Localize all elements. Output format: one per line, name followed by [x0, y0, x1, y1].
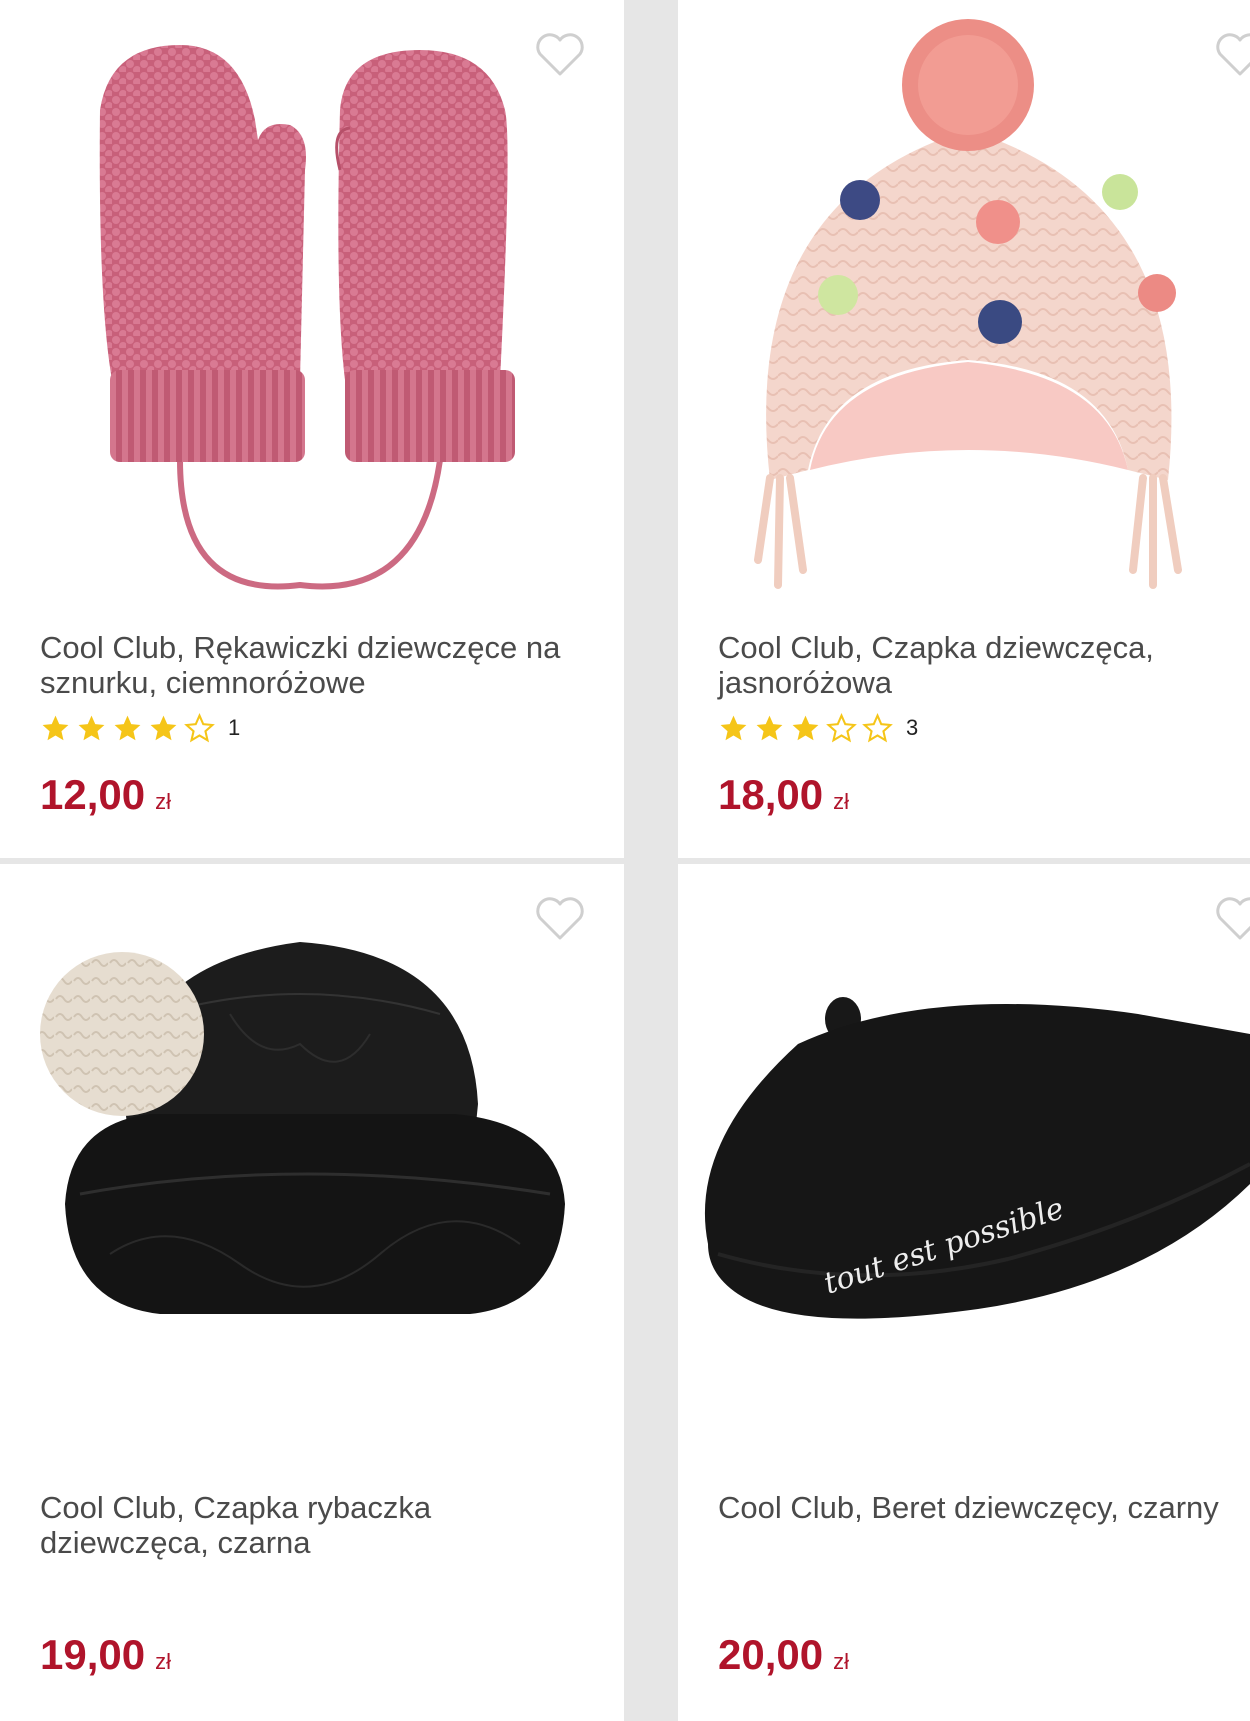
- product-rating: 1: [40, 712, 241, 743]
- product-price: 20,00 zł: [718, 1630, 849, 1687]
- star-icon: [150, 715, 177, 740]
- product-image-mittens[interactable]: [0, 0, 624, 610]
- currency: zł: [155, 789, 171, 814]
- star-empty-icon: [862, 712, 893, 742]
- product-card[interactable]: Cool Club, Rękawiczki dziewczęce na sznu…: [0, 0, 624, 858]
- product-price: 18,00 zł: [718, 770, 849, 827]
- price-value: 12,00: [40, 771, 146, 818]
- price-value: 19,00: [40, 1631, 146, 1678]
- star-empty-icon: [184, 712, 215, 742]
- favorite-heart-icon[interactable]: [534, 30, 586, 78]
- product-image-beret[interactable]: tout est possible: [678, 864, 1250, 1474]
- rating-count: 1: [228, 715, 241, 740]
- star-icon: [78, 715, 105, 740]
- star-empty-icon: [826, 712, 857, 742]
- star-icon: [720, 715, 747, 740]
- product-title[interactable]: Cool Club, Rękawiczki dziewczęce na sznu…: [40, 630, 600, 700]
- currency: zł: [833, 1649, 849, 1674]
- star-icon: [114, 715, 141, 740]
- rating-count: 3: [906, 715, 919, 740]
- star-icon: [792, 715, 819, 740]
- product-title[interactable]: Cool Club, Czapka dziewczęca, jasnoróżow…: [718, 630, 1218, 700]
- product-card[interactable]: tout est possible Cool Club, Beret dziew…: [678, 864, 1250, 1721]
- product-image-pompom-hat[interactable]: [678, 0, 1250, 610]
- price-value: 20,00: [718, 1631, 824, 1678]
- product-price: 12,00 zł: [40, 770, 171, 827]
- favorite-heart-icon[interactable]: [534, 894, 586, 942]
- product-card[interactable]: Cool Club, Czapka dziewczęca, jasnoróżow…: [678, 0, 1250, 858]
- product-title[interactable]: Cool Club, Czapka rybaczka dziewczęca, c…: [40, 1490, 500, 1560]
- currency: zł: [155, 1649, 171, 1674]
- product-title[interactable]: Cool Club, Beret dziewczęcy, czarny: [718, 1490, 1250, 1525]
- currency: zł: [833, 789, 849, 814]
- product-card[interactable]: Cool Club, Czapka rybaczka dziewczęca, c…: [0, 864, 624, 1721]
- product-price: 19,00 zł: [40, 1630, 171, 1687]
- star-icon: [756, 715, 783, 740]
- price-value: 18,00: [718, 771, 824, 818]
- product-rating: 3: [718, 712, 919, 743]
- star-icon: [42, 715, 69, 740]
- product-image-bucket-hat[interactable]: [0, 864, 624, 1474]
- favorite-heart-icon[interactable]: [1214, 30, 1250, 78]
- favorite-heart-icon[interactable]: [1214, 894, 1250, 942]
